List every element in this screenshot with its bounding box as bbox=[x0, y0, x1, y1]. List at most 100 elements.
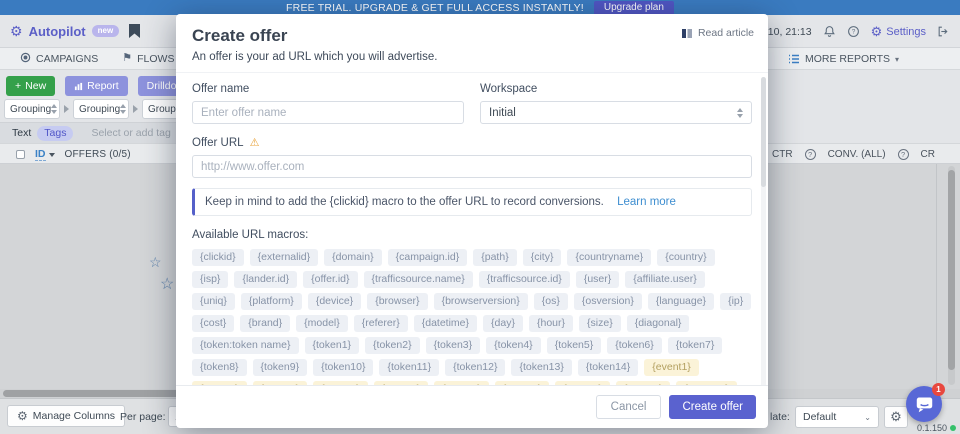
macro-chip[interactable]: {domain} bbox=[324, 249, 381, 266]
macro-chip[interactable]: {lander.id} bbox=[234, 271, 297, 288]
macro-chip[interactable]: {token11} bbox=[379, 359, 439, 376]
macro-chip[interactable]: {event6} bbox=[434, 381, 489, 385]
macro-chip[interactable]: {externalid} bbox=[250, 249, 319, 266]
macro-chip[interactable]: {osversion} bbox=[574, 293, 642, 310]
macro-chip[interactable]: {campaign.id} bbox=[388, 249, 468, 266]
macro-chip[interactable]: {isp} bbox=[192, 271, 228, 288]
macro-chip[interactable]: {trafficsource.id} bbox=[479, 271, 570, 288]
vertical-scrollbar[interactable] bbox=[948, 166, 955, 385]
template-select[interactable]: Default ⌄ bbox=[795, 406, 879, 428]
macro-chip[interactable]: {os} bbox=[534, 293, 568, 310]
info-icon[interactable]: ? bbox=[898, 149, 909, 160]
modal-header: Create offer An offer is your ad URL whi… bbox=[176, 14, 768, 73]
macro-chip[interactable]: {hour} bbox=[529, 315, 573, 332]
bell-icon[interactable] bbox=[823, 25, 836, 38]
macro-chip[interactable]: {device} bbox=[308, 293, 361, 310]
column-ctr[interactable]: CTR bbox=[772, 149, 793, 160]
macro-chip[interactable]: {browserversion} bbox=[434, 293, 528, 310]
svg-text:?: ? bbox=[851, 29, 855, 36]
filter-mode-tags[interactable]: Tags bbox=[37, 126, 73, 141]
info-icon[interactable]: ? bbox=[805, 149, 816, 160]
macro-chip[interactable]: {token9} bbox=[253, 359, 308, 376]
brand[interactable]: ⚙ Autopilot new bbox=[10, 24, 119, 39]
report-button[interactable]: Report bbox=[65, 76, 128, 96]
manage-columns-button[interactable]: ⚙ Manage Columns bbox=[7, 405, 125, 427]
macro-chip[interactable]: {city} bbox=[523, 249, 562, 266]
macro-chip[interactable]: {token6} bbox=[607, 337, 662, 354]
column-id[interactable]: ID bbox=[35, 148, 55, 161]
create-offer-button[interactable]: Create offer bbox=[669, 395, 756, 419]
logout-icon[interactable] bbox=[937, 25, 950, 38]
cancel-button[interactable]: Cancel bbox=[596, 395, 662, 419]
macro-chip[interactable]: {token4} bbox=[486, 337, 541, 354]
macro-chip[interactable]: {affiliate.user} bbox=[625, 271, 704, 288]
column-cr[interactable]: CR bbox=[921, 149, 935, 160]
macro-chip[interactable]: {path} bbox=[473, 249, 516, 266]
more-reports[interactable]: MORE REPORTS ▾ bbox=[788, 48, 899, 70]
macro-chip[interactable]: {countryname} bbox=[567, 249, 651, 266]
macro-chip[interactable]: {browser} bbox=[367, 293, 427, 310]
macro-chip[interactable]: {event9} bbox=[616, 381, 671, 385]
chat-widget[interactable]: 1 bbox=[906, 386, 942, 422]
grouping-select-1[interactable]: Grouping bbox=[4, 99, 60, 119]
macro-chip[interactable]: {size} bbox=[579, 315, 621, 332]
macro-chip[interactable]: {country} bbox=[657, 249, 714, 266]
macro-chip[interactable]: {cost} bbox=[192, 315, 234, 332]
macro-chip[interactable]: {brand} bbox=[240, 315, 290, 332]
macro-chip[interactable]: {language} bbox=[648, 293, 714, 310]
macro-chip[interactable]: {event5} bbox=[374, 381, 429, 385]
learn-more-link[interactable]: Learn more bbox=[617, 196, 676, 208]
settings-link[interactable]: ⚙ Settings bbox=[871, 25, 926, 38]
column-conv[interactable]: CONV. (ALL) bbox=[828, 149, 886, 160]
offer-url-input[interactable] bbox=[192, 155, 752, 178]
macro-chip[interactable]: {token14} bbox=[578, 359, 638, 376]
filter-mode-text[interactable]: Text bbox=[12, 127, 31, 139]
macro-chip[interactable]: {trafficsource.name} bbox=[364, 271, 473, 288]
upgrade-plan-button[interactable]: Upgrade plan bbox=[594, 1, 674, 15]
grouping-select-2[interactable]: Grouping bbox=[73, 99, 129, 119]
macro-chip[interactable]: {model} bbox=[296, 315, 348, 332]
macro-chip[interactable]: {token1} bbox=[305, 337, 360, 354]
macro-chip[interactable]: {event7} bbox=[495, 381, 550, 385]
template-settings-button[interactable]: ⚙ bbox=[884, 406, 908, 428]
macro-chip[interactable]: {day} bbox=[483, 315, 523, 332]
macro-chip[interactable]: {offer.id} bbox=[303, 271, 357, 288]
macro-chip[interactable]: {event2} bbox=[192, 381, 247, 385]
macro-chip[interactable]: {token13} bbox=[511, 359, 571, 376]
macro-chip[interactable]: {token12} bbox=[445, 359, 505, 376]
tab-campaigns[interactable]: CAMPAIGNS bbox=[8, 48, 110, 69]
macro-chip[interactable]: {uniq} bbox=[192, 293, 235, 310]
vertical-scrollbar-thumb[interactable] bbox=[948, 170, 955, 370]
macro-chip[interactable]: {token7} bbox=[668, 337, 723, 354]
macro-chip[interactable]: {token2} bbox=[365, 337, 420, 354]
workspace-select[interactable]: Initial bbox=[480, 101, 752, 124]
modal-footer: Cancel Create offer bbox=[176, 385, 768, 428]
macro-chip[interactable]: {token:token name} bbox=[192, 337, 299, 354]
macro-chip[interactable]: {token8} bbox=[192, 359, 247, 376]
select-all-checkbox[interactable] bbox=[16, 150, 25, 159]
macro-chip[interactable]: {ip} bbox=[720, 293, 751, 310]
read-article-link[interactable]: Read article bbox=[681, 27, 754, 39]
offer-name-input[interactable] bbox=[192, 101, 464, 124]
new-button[interactable]: + New bbox=[6, 76, 55, 96]
macro-chip[interactable]: {token10} bbox=[313, 359, 373, 376]
macro-chip[interactable]: {token5} bbox=[547, 337, 602, 354]
macro-chip[interactable]: {platform} bbox=[241, 293, 302, 310]
macro-chip[interactable]: {datetime} bbox=[414, 315, 477, 332]
macro-chip[interactable]: {event4} bbox=[313, 381, 368, 385]
modal-scrollbar-thumb[interactable] bbox=[761, 77, 766, 187]
bookmark-icon[interactable] bbox=[129, 24, 140, 38]
macro-chip[interactable]: {clickid} bbox=[192, 249, 244, 266]
macro-chip[interactable]: {event8} bbox=[555, 381, 610, 385]
tag-filter-placeholder[interactable]: Select or add tag bbox=[91, 127, 170, 139]
macro-chip[interactable]: {user} bbox=[576, 271, 619, 288]
macro-chip[interactable]: {event1} bbox=[644, 359, 699, 376]
target-icon bbox=[20, 52, 31, 66]
macro-chip[interactable]: {event3} bbox=[253, 381, 308, 385]
modal-scrollbar[interactable] bbox=[761, 77, 766, 385]
help-icon[interactable]: ? bbox=[847, 25, 860, 38]
macro-chip[interactable]: {diagonal} bbox=[627, 315, 690, 332]
macro-chip[interactable]: {referer} bbox=[354, 315, 408, 332]
macro-chip[interactable]: {token3} bbox=[426, 337, 481, 354]
macro-chip[interactable]: {event10} bbox=[676, 381, 736, 385]
